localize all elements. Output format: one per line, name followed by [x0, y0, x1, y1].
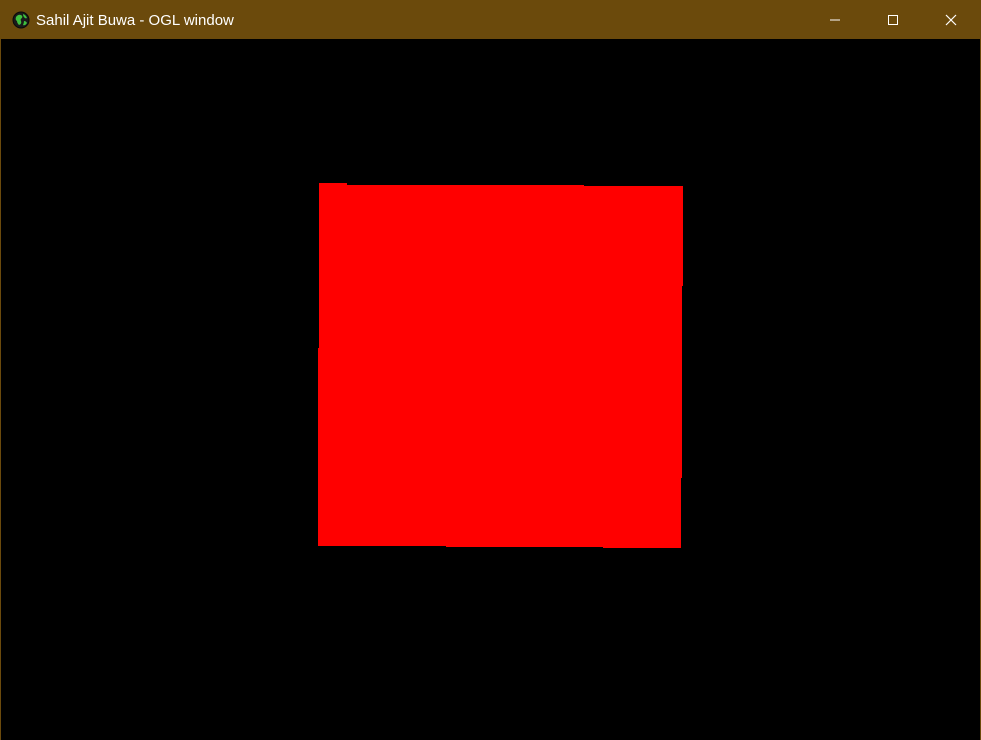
- opengl-canvas[interactable]: [1, 39, 980, 740]
- minimize-icon: [830, 19, 840, 21]
- close-icon: [945, 14, 957, 26]
- window-controls: [806, 1, 980, 39]
- window-title: Sahil Ajit Buwa - OGL window: [36, 11, 234, 29]
- globe-app-icon[interactable]: [12, 11, 30, 29]
- maximize-button[interactable]: [864, 1, 922, 39]
- ogl-window: Sahil Ajit Buwa - OGL window: [0, 0, 981, 740]
- red-square: [318, 183, 683, 548]
- maximize-icon: [888, 15, 898, 25]
- close-button[interactable]: [922, 1, 980, 39]
- minimize-button[interactable]: [806, 1, 864, 39]
- title-bar[interactable]: Sahil Ajit Buwa - OGL window: [1, 1, 980, 39]
